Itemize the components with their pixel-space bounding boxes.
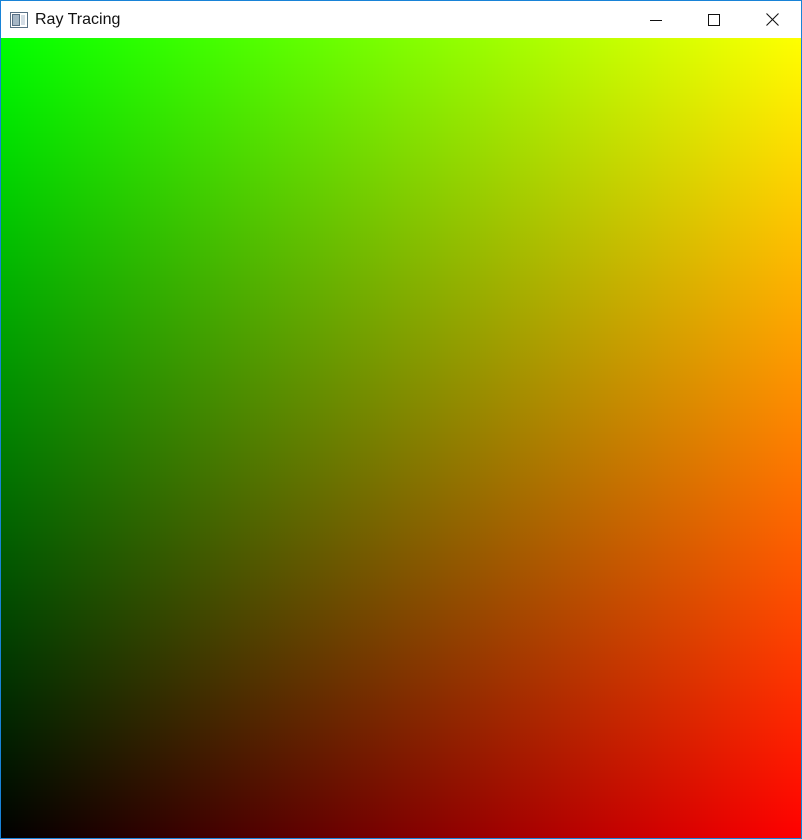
render-canvas — [1, 38, 801, 838]
gradient-image — [1, 38, 801, 838]
minimize-button[interactable] — [627, 1, 685, 38]
minimize-icon — [650, 14, 662, 26]
close-button[interactable] — [743, 1, 801, 38]
maximize-icon — [708, 13, 720, 26]
green-gradient-layer — [1, 38, 801, 838]
window-controls — [627, 1, 801, 38]
close-icon — [765, 13, 779, 26]
app-window-icon — [10, 11, 28, 28]
window-title: Ray Tracing — [35, 10, 121, 28]
title-bar[interactable]: Ray Tracing — [1, 1, 801, 38]
app-window: Ray Tracing — [0, 0, 802, 839]
maximize-button[interactable] — [685, 1, 743, 38]
